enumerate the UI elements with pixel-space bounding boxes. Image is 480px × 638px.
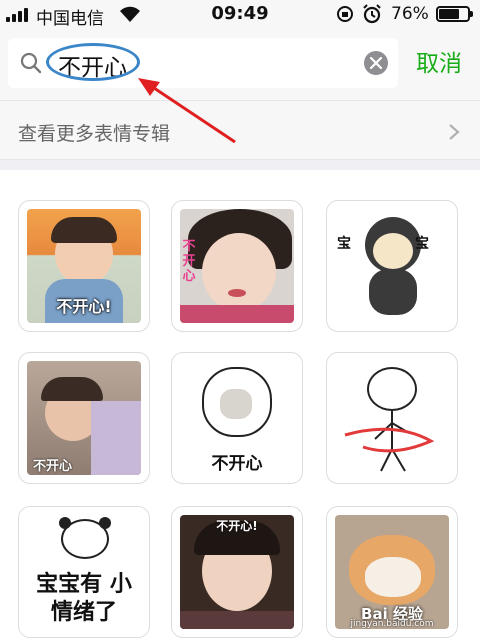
sticker-image: 不开心 <box>180 209 294 323</box>
sticker-grid: 不开心! 不开心 宝宝 不开心 不开心 不 <box>0 170 480 638</box>
sticker-image: 不开心! <box>180 515 294 629</box>
sticker-image: 不开心 <box>27 361 141 475</box>
sticker-image: 不开心! <box>27 209 141 323</box>
sticker-item[interactable] <box>326 352 458 484</box>
sticker-item[interactable]: 不开心 <box>171 200 303 332</box>
sticker-image: Bai 经验 jingyan.baidu.com <box>335 515 449 629</box>
sticker-caption: 宝宝有 小情绪了 <box>36 572 132 625</box>
sticker-image: 宝宝有 小情绪了 <box>27 515 141 629</box>
sticker-item[interactable]: 宝宝 不开心 <box>326 200 458 332</box>
sticker-item[interactable]: 不开心 <box>171 352 303 484</box>
sticker-caption: 不开心 <box>182 239 196 284</box>
sticker-caption: 不开心! <box>216 519 258 533</box>
sticker-image: 不开心 <box>180 361 294 475</box>
close-icon <box>370 57 382 69</box>
sticker-image: 宝宝 不开心 <box>335 209 449 323</box>
rotation-lock-icon <box>337 6 353 22</box>
red-arrow-annotation <box>138 78 236 144</box>
clear-search-button[interactable] <box>364 51 388 75</box>
battery-icon <box>436 6 473 22</box>
search-bar: 不开心 取消 <box>0 28 480 100</box>
more-albums-link[interactable]: 查看更多表情专辑 <box>0 100 480 160</box>
sticker-caption: 宝宝 不开心 <box>337 236 449 252</box>
sticker-caption: 不开心 <box>211 454 263 474</box>
highlight-circle-annotation <box>46 43 140 81</box>
sticker-item[interactable]: Bai 经验 jingyan.baidu.com <box>326 506 458 638</box>
cancel-button[interactable]: 取消 <box>416 44 462 78</box>
sticker-caption: 不开心! <box>56 297 112 316</box>
sticker-image <box>335 361 449 475</box>
status-bar: 中国电信 09:49 76% <box>0 0 480 29</box>
battery-percent: 76% <box>391 4 429 24</box>
sticker-caption: 不开心 <box>33 459 73 474</box>
sticker-item[interactable]: 宝宝有 小情绪了 <box>18 506 150 638</box>
sticker-item[interactable]: 不开心! <box>171 506 303 638</box>
alarm-icon <box>363 4 381 24</box>
watermark-text: jingyan.baidu.com <box>350 619 434 629</box>
sticker-item[interactable]: 不开心! <box>18 200 150 332</box>
search-icon <box>20 52 42 74</box>
sticker-item[interactable]: 不开心 <box>18 352 150 484</box>
chevron-right-icon <box>449 124 460 140</box>
